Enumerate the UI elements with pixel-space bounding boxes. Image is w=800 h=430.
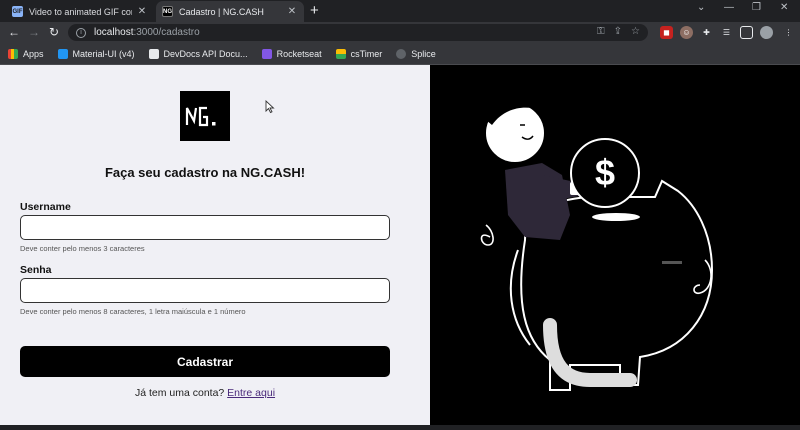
back-arrow-icon[interactable]: ← bbox=[7, 25, 21, 39]
close-tab-icon[interactable]: ✕ bbox=[136, 6, 148, 17]
profile-avatar-icon[interactable] bbox=[760, 26, 773, 39]
cstimer-icon bbox=[335, 48, 346, 59]
username-label: Username bbox=[20, 201, 71, 213]
username-input[interactable] bbox=[20, 215, 390, 240]
illustration-panel: $ bbox=[430, 65, 800, 425]
side-panel-icon[interactable] bbox=[740, 26, 753, 39]
ngcash-logo-icon bbox=[185, 106, 216, 127]
svg-text:$: $ bbox=[595, 152, 615, 193]
tab-gif-converter[interactable]: GIF Video to animated GIF converter ✕ bbox=[6, 1, 154, 22]
page-content: Faça seu cadastro na NG.CASH! Username D… bbox=[0, 65, 800, 425]
browser-chrome: GIF Video to animated GIF converter ✕ NG… bbox=[0, 0, 800, 65]
username-hint: Deve conter pelo menos 3 caracteres bbox=[20, 244, 145, 253]
tab-strip: GIF Video to animated GIF converter ✕ NG… bbox=[0, 0, 800, 22]
login-link[interactable]: Entre aqui bbox=[227, 387, 275, 399]
restore-icon[interactable]: ❐ bbox=[752, 2, 761, 13]
reload-icon[interactable]: ↻ bbox=[47, 25, 61, 39]
bookmarks-bar: Apps Material-UI (v4) DevDocs API Docu..… bbox=[0, 43, 800, 65]
key-icon[interactable]: ⚿ bbox=[597, 26, 605, 37]
bookmark-cstimer[interactable]: csTimer bbox=[335, 48, 382, 59]
gif-favicon-icon: GIF bbox=[12, 6, 23, 17]
site-info-icon[interactable]: i bbox=[76, 27, 86, 38]
address-bar[interactable]: i localhost:3000/cadastro ⚿ ⇪ ☆ bbox=[68, 24, 648, 41]
extension-face-icon[interactable]: ☺ bbox=[680, 26, 693, 39]
tab-title: Cadastro | NG.CASH bbox=[179, 6, 264, 17]
devdocs-icon bbox=[148, 48, 159, 59]
login-prompt: Já tem uma conta? Entre aqui bbox=[134, 387, 276, 399]
close-tab-icon[interactable]: ✕ bbox=[286, 6, 298, 17]
bookmark-material-ui[interactable]: Material-UI (v4) bbox=[57, 48, 135, 59]
bookmark-apps[interactable]: Apps bbox=[8, 48, 44, 59]
splice-icon bbox=[396, 48, 407, 59]
password-label: Senha bbox=[20, 264, 52, 276]
minimize-icon[interactable]: — bbox=[724, 2, 734, 13]
bookmark-rocketseat[interactable]: Rocketseat bbox=[261, 48, 322, 59]
bookmark-splice[interactable]: Splice bbox=[396, 48, 436, 59]
mouse-cursor-icon bbox=[265, 100, 275, 114]
tab-cadastro[interactable]: NG Cadastro | NG.CASH ✕ bbox=[156, 1, 304, 22]
tab-search-icon[interactable]: ⌄ bbox=[697, 2, 705, 13]
rocketseat-icon bbox=[261, 48, 272, 59]
extensions-puzzle-icon[interactable]: ✚ bbox=[700, 26, 713, 39]
piggy-bank-illustration: $ bbox=[480, 97, 714, 391]
new-tab-icon[interactable]: + bbox=[310, 3, 319, 18]
forward-arrow-icon[interactable]: → bbox=[27, 25, 41, 39]
cadastrar-button[interactable]: Cadastrar bbox=[20, 346, 390, 377]
signup-panel: Faça seu cadastro na NG.CASH! Username D… bbox=[0, 65, 430, 425]
tab-title: Video to animated GIF converter bbox=[29, 6, 132, 17]
password-input[interactable] bbox=[20, 278, 390, 303]
material-ui-icon bbox=[57, 48, 68, 59]
share-icon[interactable]: ⇪ bbox=[614, 26, 622, 37]
ngcash-favicon-icon: NG bbox=[162, 6, 173, 17]
extension-red-icon[interactable]: ◼ bbox=[660, 26, 673, 39]
close-window-icon[interactable]: ✕ bbox=[780, 2, 788, 13]
browser-toolbar: ← → ↻ i localhost:3000/cadastro ⚿ ⇪ ☆ ◼ … bbox=[0, 22, 800, 43]
apps-grid-icon bbox=[8, 48, 18, 59]
bookmark-devdocs[interactable]: DevDocs API Docu... bbox=[148, 48, 248, 59]
media-queue-icon[interactable]: ☰ bbox=[720, 26, 733, 39]
menu-kebab-icon[interactable]: ⋮ bbox=[782, 26, 795, 39]
address-url: localhost:3000/cadastro bbox=[94, 27, 200, 38]
bookmark-star-icon[interactable]: ☆ bbox=[631, 26, 640, 37]
password-hint: Deve conter pelo menos 8 caracteres, 1 l… bbox=[20, 307, 246, 316]
page-title: Faça seu cadastro na NG.CASH! bbox=[104, 165, 306, 180]
ngcash-logo bbox=[180, 91, 230, 141]
